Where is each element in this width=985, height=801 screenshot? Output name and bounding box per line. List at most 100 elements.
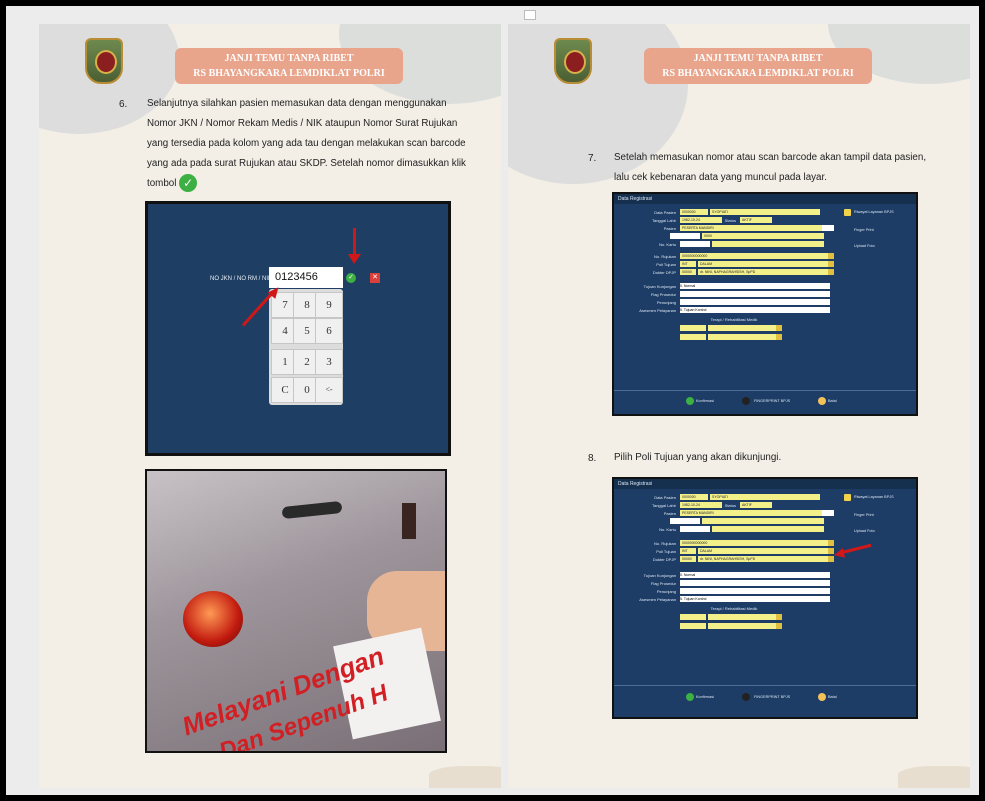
label-dokter-dpjp: Dokter DPJP bbox=[652, 557, 676, 562]
search-icon bbox=[828, 540, 834, 546]
form-title: Data Registrasi bbox=[614, 194, 916, 204]
label-poli-tujuan: Poli Tujuan bbox=[656, 262, 676, 267]
step-8-text: Pilih Poli Tujuan yang akan dikunjungi. bbox=[614, 452, 782, 463]
barcode-slot bbox=[281, 500, 343, 520]
banner-line1: JANJI TEMU TANPA RIBET bbox=[693, 53, 823, 64]
side-button: Riwayat Layanan BPJS bbox=[854, 495, 894, 499]
key-backspace: <- bbox=[315, 377, 343, 403]
banner-line1: JANJI TEMU TANPA RIBET bbox=[224, 53, 354, 64]
field: 0000000 bbox=[680, 209, 708, 215]
footer-button: Konfirmasi bbox=[696, 399, 714, 403]
label-asesmen: Asesmen Pelayanan bbox=[639, 597, 676, 602]
field: INT bbox=[680, 548, 696, 554]
label-no-rujukan: No. Rujukan bbox=[653, 541, 676, 546]
check-icon bbox=[686, 397, 694, 405]
select-field bbox=[680, 580, 830, 586]
step-line: Selanjutnya silahkan pasien memasukan da… bbox=[147, 98, 447, 109]
field-white bbox=[680, 526, 710, 532]
field: AKTIF bbox=[740, 217, 772, 223]
registration-screenshot-1: Data Registrasi Data Pasien 0000000 SYOP… bbox=[612, 192, 918, 416]
label-status: Status bbox=[724, 503, 736, 508]
step-line-last: tombol ✓ bbox=[147, 174, 487, 194]
side-button: Finger Print bbox=[854, 228, 874, 232]
field: 0000 bbox=[702, 233, 824, 239]
field: AKTIF bbox=[740, 502, 772, 508]
field: dr. NINI, NAPHAGRAHSISH, SpPD bbox=[698, 556, 828, 562]
label-dokter-dpjp: Dokter DPJP bbox=[652, 270, 676, 275]
label-no-rujukan: No. Rujukan bbox=[653, 254, 676, 259]
header-banner: JANJI TEMU TANPA RIBET RS BHAYANGKARA LE… bbox=[644, 48, 872, 84]
key-3: 3 bbox=[315, 349, 343, 375]
select-field bbox=[680, 291, 830, 297]
select-field bbox=[680, 299, 830, 305]
confirm-check-icon: ✓ bbox=[346, 273, 356, 283]
top-scroll-marker bbox=[524, 10, 536, 20]
label-asesmen: Asesmen Pelayanan bbox=[639, 308, 676, 313]
field: PESERTA MANDIRI bbox=[680, 510, 822, 516]
label-penunjang: Penunjang bbox=[656, 589, 676, 594]
field bbox=[712, 241, 824, 247]
label-pasien: Pasien bbox=[663, 226, 676, 231]
cancel-icon bbox=[818, 397, 826, 405]
field: DALAM bbox=[698, 261, 828, 267]
footer-button: Batal bbox=[828, 399, 837, 403]
terapi-label: Terapi / Rehabilitasi Medik bbox=[710, 606, 758, 611]
step-line: Setelah memasukan nomor atau scan barcod… bbox=[614, 152, 927, 163]
label-flag-prosedur: Flag Prosedur bbox=[650, 292, 676, 297]
numeric-keypad: 7 8 9 4 5 6 1 2 3 C 0 <- bbox=[269, 289, 343, 405]
page-left: JANJI TEMU TANPA RIBET RS BHAYANGKARA LE… bbox=[39, 24, 501, 788]
key-6: 6 bbox=[315, 318, 343, 344]
red-light-button bbox=[183, 591, 243, 647]
side-button: Upload Foto bbox=[854, 244, 875, 248]
label-pasien: Pasien bbox=[663, 511, 676, 516]
search-icon bbox=[776, 334, 782, 340]
select-field: 5. Tujuan Kontrol bbox=[680, 596, 830, 602]
label-tujuan-kunjungan: Tujuan Kunjungan bbox=[643, 284, 676, 289]
field: 0000000000000 bbox=[680, 253, 828, 259]
police-crest-logo bbox=[554, 38, 592, 84]
check-icon: ✓ bbox=[179, 174, 198, 193]
red-arrow-left-head bbox=[832, 547, 846, 561]
field: 0000000 bbox=[680, 494, 708, 500]
field bbox=[680, 623, 706, 629]
cancel-icon bbox=[818, 693, 826, 701]
label-data-pasien: Data Pasien bbox=[654, 495, 676, 500]
field-white bbox=[822, 510, 834, 516]
page-bottom-stain bbox=[429, 766, 501, 788]
field: 00000 bbox=[680, 269, 696, 275]
field: INT bbox=[680, 261, 696, 267]
side-button: Finger Print bbox=[854, 513, 874, 517]
footer-bar bbox=[614, 685, 916, 686]
field bbox=[702, 518, 824, 524]
label-data-pasien: Data Pasien bbox=[654, 210, 676, 215]
step-8-number: 8. bbox=[588, 453, 597, 464]
step-6-text: Selanjutnya silahkan pasien memasukan da… bbox=[147, 94, 487, 194]
banner-line2: RS BHAYANGKARA LEMDIKLAT POLRI bbox=[662, 68, 854, 79]
history-icon bbox=[844, 209, 851, 216]
terapi-label: Terapi / Rehabilitasi Medik bbox=[710, 317, 758, 322]
field-white bbox=[670, 233, 700, 239]
field bbox=[708, 325, 776, 331]
fingerprint-icon bbox=[742, 693, 750, 701]
label-poli-tujuan: Poli Tujuan bbox=[656, 549, 676, 554]
field bbox=[680, 325, 706, 331]
field-white bbox=[680, 241, 710, 247]
field bbox=[680, 614, 706, 620]
footer-button: FINGERPRINT BPJS bbox=[754, 399, 791, 403]
search-icon bbox=[776, 623, 782, 629]
label-penunjang: Penunjang bbox=[656, 300, 676, 305]
scanner-window bbox=[402, 503, 416, 539]
field: 00000 bbox=[680, 556, 696, 562]
select-field bbox=[680, 588, 830, 594]
label-no-kartu: No. Kartu bbox=[659, 527, 676, 532]
footer-button: Konfirmasi bbox=[696, 695, 714, 699]
input-label: NO JKN / NO RM / NIK bbox=[210, 276, 273, 282]
banner-line2: RS BHAYANGKARA LEMDIKLAT POLRI bbox=[193, 68, 385, 79]
step-line: yang tersedia pada kolom yang ada tau de… bbox=[147, 138, 466, 149]
step-7-number: 7. bbox=[588, 153, 597, 164]
search-icon bbox=[828, 253, 834, 259]
step-line: lalu cek kebenaran data yang muncul pada… bbox=[614, 172, 827, 183]
page-bottom-stain bbox=[898, 766, 970, 788]
label-no-kartu: No. Kartu bbox=[659, 242, 676, 247]
label-status: Status bbox=[724, 218, 736, 223]
